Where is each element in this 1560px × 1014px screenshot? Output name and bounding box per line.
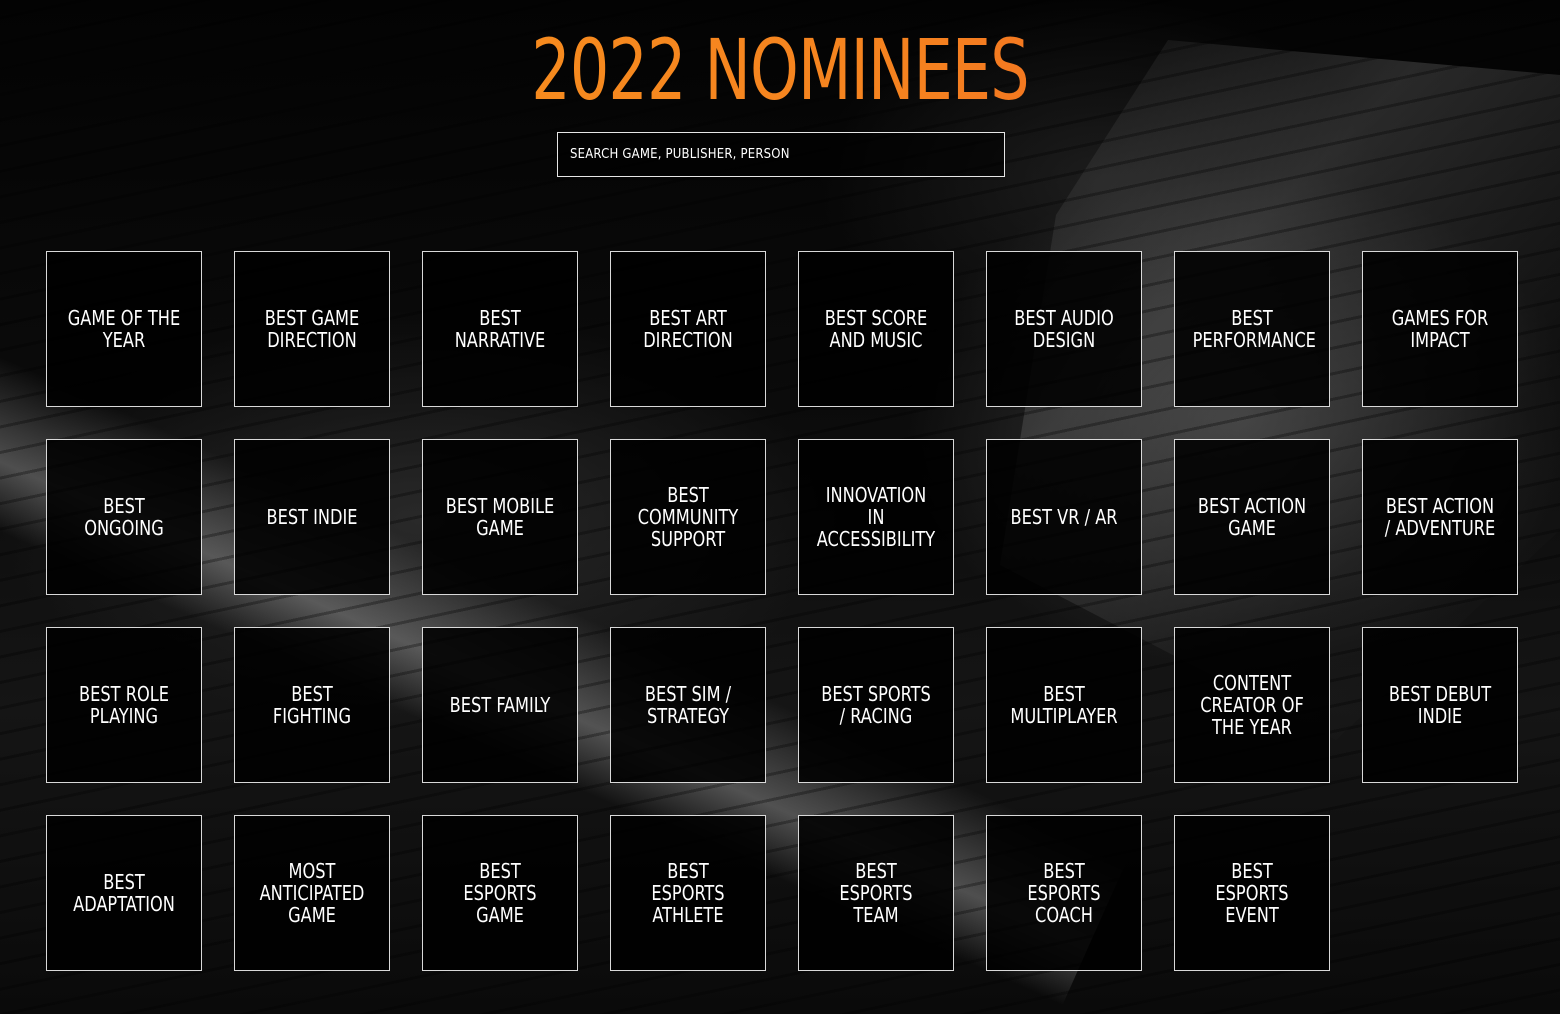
category-tile[interactable]: BEST INDIE bbox=[234, 439, 390, 595]
category-tile[interactable]: BEST ACTION GAME bbox=[1174, 439, 1330, 595]
category-tile[interactable]: BEST MULTIPLAYER bbox=[986, 627, 1142, 783]
category-label: BEST MULTIPLAYER bbox=[1010, 682, 1118, 728]
category-label: BEST AUDIO DESIGN bbox=[1014, 306, 1114, 352]
category-tile[interactable]: GAMES FOR IMPACT bbox=[1362, 251, 1518, 407]
category-label: BEST MOBILE GAME bbox=[445, 494, 555, 540]
category-tile[interactable]: BEST MOBILE GAME bbox=[422, 439, 578, 595]
page-title: 2022 NOMINEES bbox=[140, 22, 1419, 118]
category-tile[interactable]: BEST ART DIRECTION bbox=[610, 251, 766, 407]
category-label: BEST ESPORTS ATHLETE bbox=[651, 859, 725, 927]
category-tile[interactable]: BEST ESPORTS COACH bbox=[986, 815, 1142, 971]
category-label: CONTENT CREATOR OF THE YEAR bbox=[1200, 671, 1304, 739]
category-tile[interactable]: BEST DEBUT INDIE bbox=[1362, 627, 1518, 783]
category-tile[interactable]: BEST NARRATIVE bbox=[422, 251, 578, 407]
category-label: BEST ESPORTS EVENT bbox=[1215, 859, 1289, 927]
category-tile[interactable]: BEST VR / AR bbox=[986, 439, 1142, 595]
category-tile[interactable]: BEST ESPORTS ATHLETE bbox=[610, 815, 766, 971]
category-label: BEST FAMILY bbox=[449, 693, 551, 717]
category-label: BEST ONGOING bbox=[84, 494, 164, 540]
category-tile[interactable]: BEST FIGHTING bbox=[234, 627, 390, 783]
category-tile[interactable]: BEST ROLE PLAYING bbox=[46, 627, 202, 783]
category-label: BEST ADAPTATION bbox=[73, 870, 175, 916]
category-label: BEST NARRATIVE bbox=[454, 306, 546, 352]
category-tile[interactable]: BEST ESPORTS EVENT bbox=[1174, 815, 1330, 971]
category-tile[interactable]: GAME OF THE YEAR bbox=[46, 251, 202, 407]
category-tile[interactable]: BEST SIM / STRATEGY bbox=[610, 627, 766, 783]
category-tile[interactable]: BEST PERFORMANCE bbox=[1174, 251, 1330, 407]
category-tile[interactable]: BEST SPORTS / RACING bbox=[798, 627, 954, 783]
category-label: BEST ACTION GAME bbox=[1197, 494, 1307, 540]
category-label: BEST SCORE AND MUSIC bbox=[824, 306, 928, 352]
category-grid: GAME OF THE YEAR BEST GAME DIRECTION BES… bbox=[46, 251, 1518, 971]
category-tile[interactable]: BEST AUDIO DESIGN bbox=[986, 251, 1142, 407]
category-label: BEST ESPORTS GAME bbox=[463, 859, 537, 927]
category-label: BEST DEBUT INDIE bbox=[1388, 682, 1492, 728]
category-label: BEST PERFORMANCE bbox=[1192, 306, 1316, 352]
category-label: BEST COMMUNITY SUPPORT bbox=[637, 483, 739, 551]
category-tile[interactable]: BEST ACTION / ADVENTURE bbox=[1362, 439, 1518, 595]
category-label: GAME OF THE YEAR bbox=[67, 306, 181, 352]
category-label: BEST SIM / STRATEGY bbox=[644, 682, 732, 728]
category-label: BEST ROLE PLAYING bbox=[79, 682, 169, 728]
category-label: MOST ANTICIPATED GAME bbox=[259, 859, 365, 927]
category-label: BEST INDIE bbox=[266, 505, 358, 529]
category-tile[interactable]: BEST SCORE AND MUSIC bbox=[798, 251, 954, 407]
category-tile[interactable]: BEST ESPORTS TEAM bbox=[798, 815, 954, 971]
category-tile[interactable]: CONTENT CREATOR OF THE YEAR bbox=[1174, 627, 1330, 783]
category-label: BEST VR / AR bbox=[1010, 505, 1118, 529]
category-label: BEST ESPORTS TEAM bbox=[839, 859, 913, 927]
category-tile[interactable]: BEST GAME DIRECTION bbox=[234, 251, 390, 407]
category-tile[interactable]: BEST COMMUNITY SUPPORT bbox=[610, 439, 766, 595]
search-box[interactable] bbox=[557, 132, 1005, 177]
search-input[interactable] bbox=[558, 133, 1004, 176]
category-tile[interactable]: INNOVATION IN ACCESSIBILITY bbox=[798, 439, 954, 595]
category-tile[interactable]: BEST ONGOING bbox=[46, 439, 202, 595]
category-label: INNOVATION IN ACCESSIBILITY bbox=[816, 483, 936, 551]
category-tile[interactable]: BEST ADAPTATION bbox=[46, 815, 202, 971]
category-label: BEST ART DIRECTION bbox=[643, 306, 733, 352]
category-label: GAMES FOR IMPACT bbox=[1391, 306, 1489, 352]
category-tile[interactable]: BEST ESPORTS GAME bbox=[422, 815, 578, 971]
category-label: BEST FIGHTING bbox=[272, 682, 352, 728]
category-label: BEST ESPORTS COACH bbox=[1027, 859, 1101, 927]
category-tile[interactable]: BEST FAMILY bbox=[422, 627, 578, 783]
category-label: BEST GAME DIRECTION bbox=[264, 306, 360, 352]
category-label: BEST ACTION / ADVENTURE bbox=[1384, 494, 1496, 540]
category-tile[interactable]: MOST ANTICIPATED GAME bbox=[234, 815, 390, 971]
category-label: BEST SPORTS / RACING bbox=[821, 682, 931, 728]
